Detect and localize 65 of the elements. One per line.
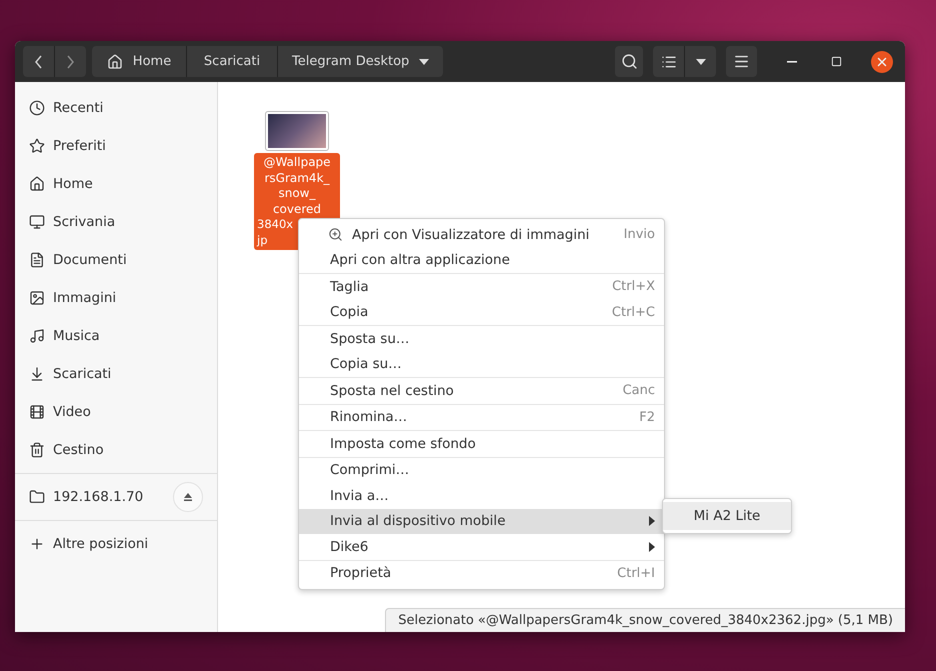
menu-icon — [733, 53, 750, 70]
chevron-left-icon — [35, 54, 42, 68]
menu-item[interactable]: Sposta nel cestino Canc — [299, 378, 664, 404]
sidebar-item[interactable]: Immagini — [15, 279, 217, 317]
place-icon — [29, 176, 45, 192]
place-icon — [29, 214, 45, 230]
home-icon — [106, 54, 123, 70]
place-icon — [29, 100, 45, 116]
path-button[interactable]: Home — [92, 46, 186, 77]
minimize-icon — [787, 60, 797, 62]
sidebar-item[interactable]: Preferiti — [15, 127, 217, 165]
sidebar-item[interactable]: Documenti — [15, 241, 217, 279]
place-icon — [29, 366, 45, 382]
menu-item[interactable]: Rinomina… F2 — [299, 404, 664, 430]
forward-button[interactable] — [55, 46, 86, 77]
view-options-button[interactable] — [685, 46, 716, 77]
folder-icon — [29, 489, 45, 505]
menu-item[interactable]: Invia a… — [299, 483, 664, 508]
sidebar-item[interactable]: Recenti — [15, 89, 217, 127]
search-button[interactable] — [615, 46, 643, 77]
sidebar-item[interactable]: Home — [15, 165, 217, 203]
menu-item[interactable]: Comprimi… — [299, 458, 664, 483]
sidebar-item[interactable]: Scrivania — [15, 203, 217, 241]
path-button[interactable]: Telegram Desktop — [278, 46, 444, 77]
caret-icon — [696, 58, 706, 64]
menu-item[interactable]: Copia su… — [299, 352, 664, 377]
menu-item[interactable]: Taglia Ctrl+X — [299, 274, 664, 300]
image-viewer-icon — [328, 227, 343, 242]
sidebar-item[interactable]: 192.168.1.70 — [15, 478, 217, 516]
sidebar-item[interactable]: Scaricati — [15, 355, 217, 393]
menu-item[interactable]: Copia Ctrl+C — [299, 300, 664, 325]
menu-item[interactable]: Apri con altra applicazione — [299, 248, 664, 273]
menu-item[interactable]: Dike6 — [299, 534, 664, 560]
submenu-arrow-icon — [649, 516, 655, 526]
sidebar-item[interactable]: Video — [15, 393, 217, 431]
search-icon — [620, 53, 638, 70]
submenu-arrow-icon — [649, 542, 655, 552]
menu-item[interactable]: Imposta come sfondo — [299, 431, 664, 456]
caret-icon — [419, 58, 430, 64]
place-icon — [29, 442, 45, 458]
place-icon — [29, 404, 45, 420]
place-icon — [29, 252, 45, 268]
maximize-icon — [830, 56, 842, 67]
path-button[interactable]: Scaricati — [187, 46, 277, 77]
menu-item[interactable]: Invia al dispositivo mobile — [299, 508, 664, 534]
sidebar-item[interactable]: Altre posizioni — [15, 525, 217, 563]
menu-item[interactable]: Sposta su… — [299, 326, 664, 352]
photo-placeholder — [266, 112, 328, 150]
sidebar-item[interactable]: Musica — [15, 317, 217, 355]
list-view-button[interactable] — [653, 46, 684, 77]
menu-item[interactable]: Mi A2 Lite — [663, 502, 791, 530]
back-button[interactable] — [23, 46, 54, 77]
menu-item[interactable]: Proprietà Ctrl+I — [299, 560, 664, 586]
menu-button[interactable] — [726, 46, 757, 77]
place-icon — [29, 328, 45, 344]
status-text: Selezionato «@WallpapersGram4k_snow_covered_3840x2362.jpg» (5,1 MB) — [385, 608, 905, 632]
close-button[interactable] — [871, 50, 893, 72]
place-icon — [29, 290, 45, 306]
eject-button[interactable] — [173, 482, 203, 512]
list-icon — [660, 54, 676, 70]
eject-icon — [183, 493, 193, 501]
sidebar-item[interactable]: Cestino — [15, 431, 217, 469]
chevron-right-icon — [67, 54, 74, 68]
place-icon — [29, 138, 45, 154]
plus-icon — [29, 536, 45, 552]
